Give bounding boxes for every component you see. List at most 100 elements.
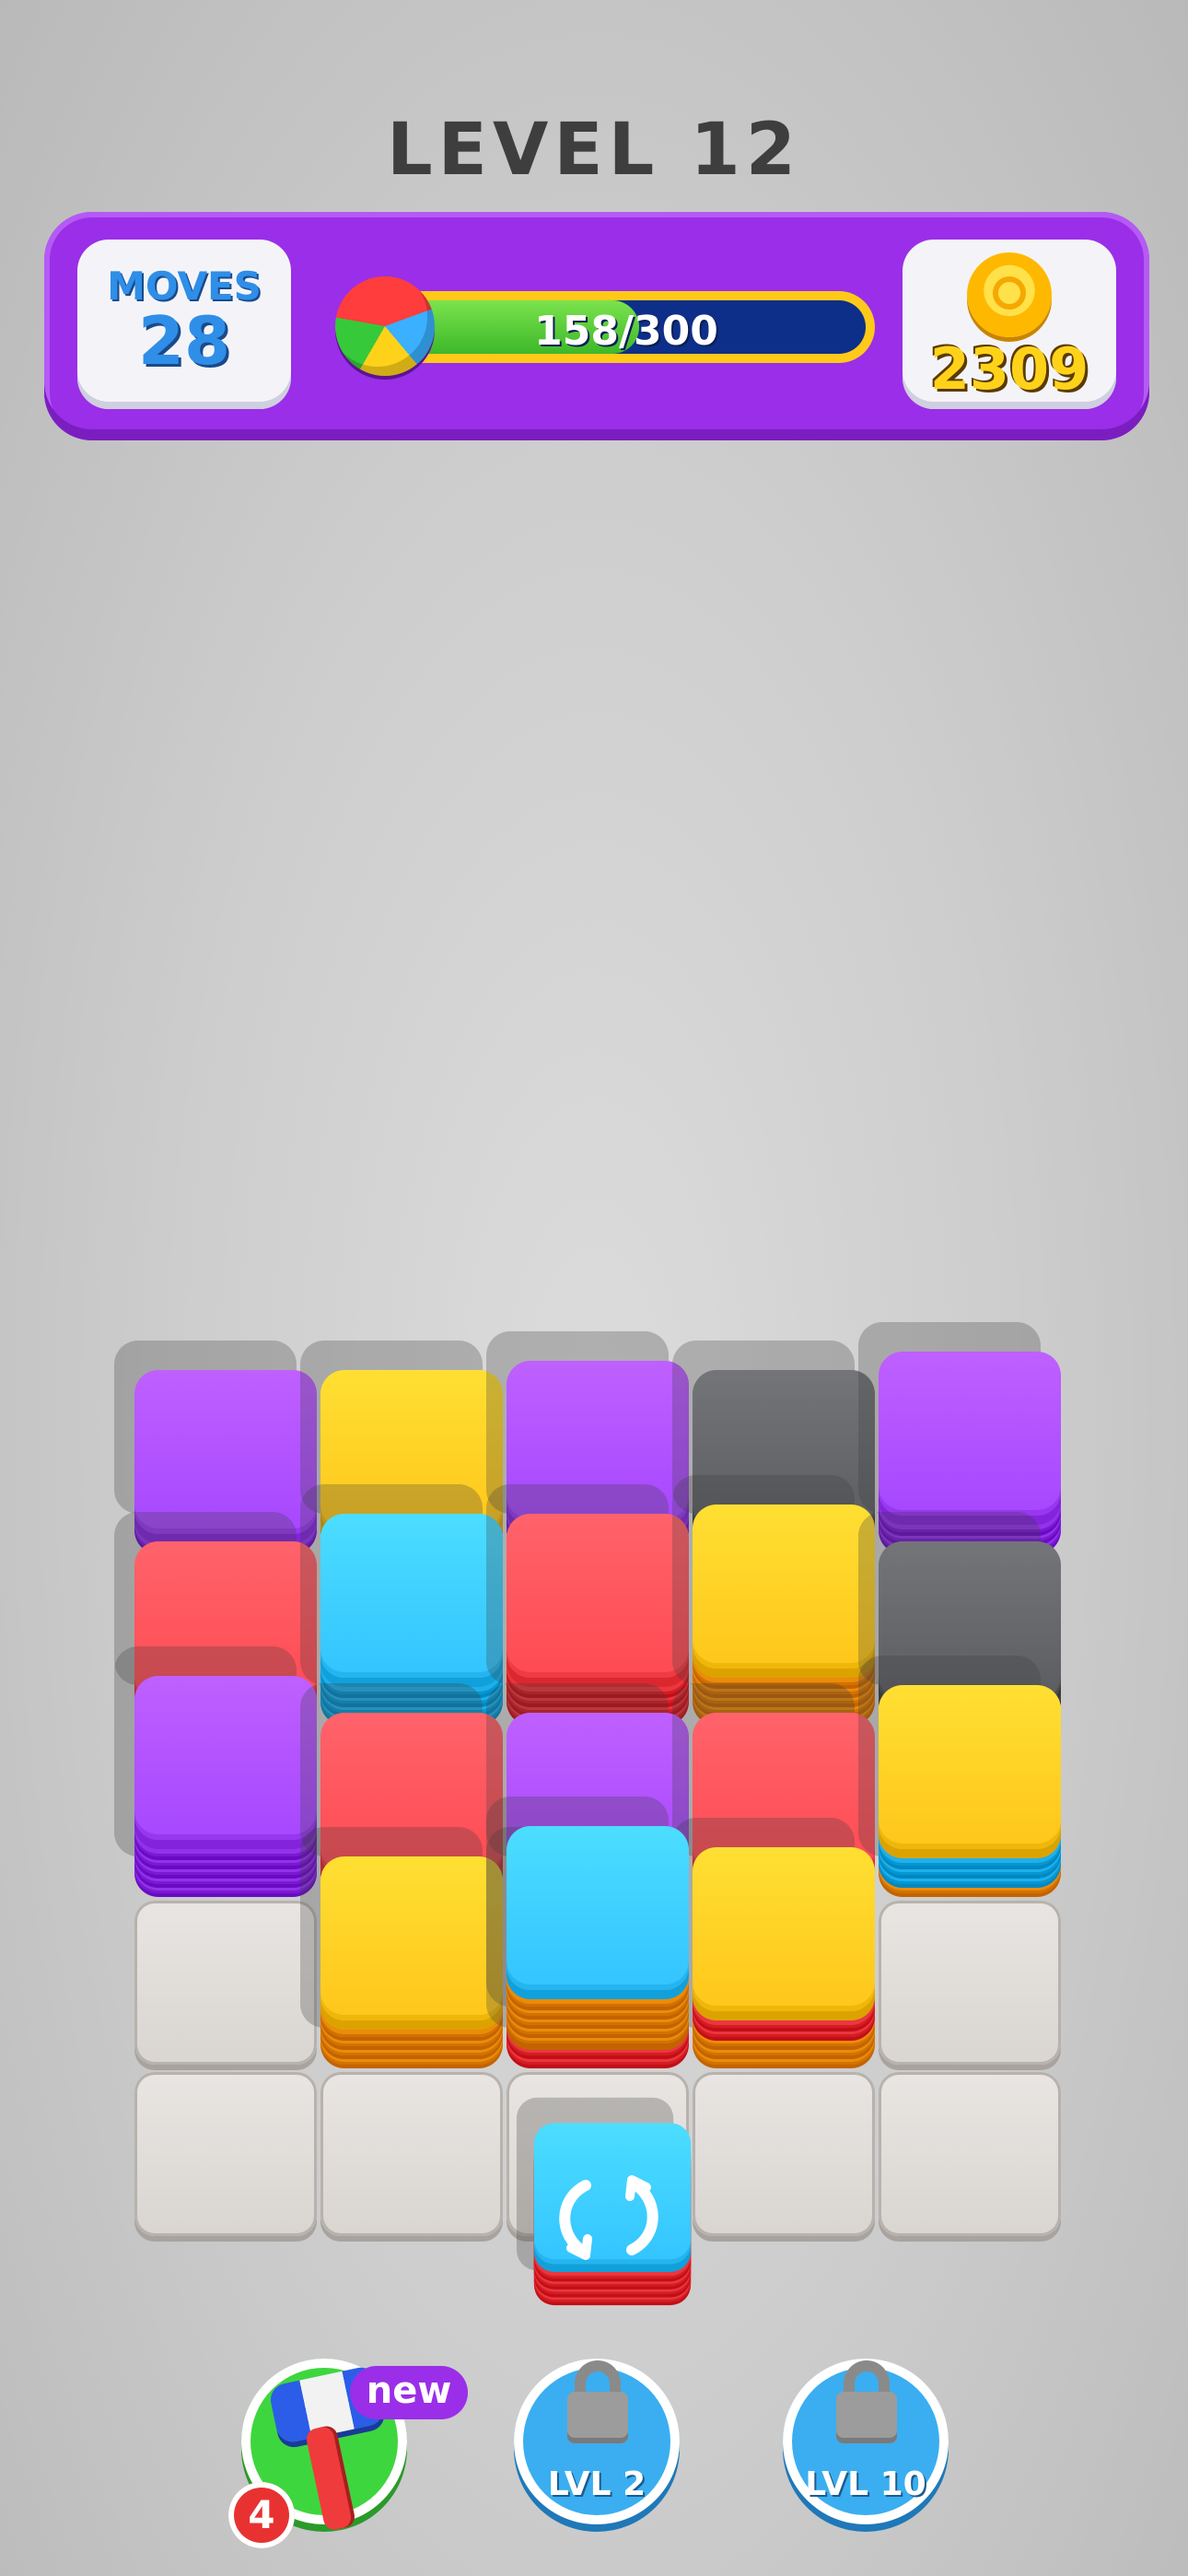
stack-layer-orange [693,1882,875,2046]
stack-layer-purple [134,1702,317,1866]
stack-layer-purple [134,1692,317,1856]
moves-value: 28 [137,302,231,380]
stack-layer-orange [320,1882,503,2046]
stack-shadow [672,1818,855,2028]
stack-top-blue [320,1514,503,1678]
stack-layer-purple [134,1720,317,1884]
beach-ball-icon [335,276,435,376]
stack-shadow [858,1656,1041,1856]
stack-shadow [300,1341,483,1514]
stack-shadow [114,1341,297,1514]
stack-shadow [672,1341,855,1514]
stack-layer-blue [320,1549,503,1713]
progress-text: 158/300 [534,308,718,354]
progress-bar: 158/300 [378,291,875,363]
moves-counter: MOVES 28 [77,240,291,409]
stack-layer-orange [320,1901,503,2065]
stack-layer-red [507,1558,689,1722]
stack-layer-red [693,1873,875,2037]
stack-layer-purple [879,1387,1061,1551]
stack-layer-red [693,1729,875,1893]
new-badge: new [350,2366,468,2419]
stack-layer-gray [693,1387,875,1551]
stack-layer-blue [879,1720,1061,1884]
stack-shadow [858,1322,1041,1514]
stack-layer-purple [134,1729,317,1893]
stack-layer-orange [693,1901,875,2065]
stack-layer-orange [693,1891,875,2055]
stack-shadow [486,1331,669,1514]
stack-top-yellow [879,1685,1061,1849]
stack-top-purple [134,1370,317,1534]
stack-layer-purple [879,1368,1061,1532]
locked-booster-label-2: LVL 10 [805,2465,926,2503]
lock-icon [567,2392,628,2443]
stack-shadow [114,1646,297,1856]
booster-bar: new 4 LVL 2 LVL 10 [0,2340,1188,2576]
stack-shadow [858,1512,1041,1685]
lock-icon [836,2392,897,2443]
stack-top-gray [879,1541,1061,1705]
stack-top-purple [879,1352,1061,1516]
swap-arrows-icon [549,2167,669,2268]
stack-layer-red [693,1864,875,2028]
stack-layer-orange [693,1558,875,1722]
stack-layer-blue [320,1558,503,1722]
coin-value: 2309 [929,335,1089,403]
empty-board-cell[interactable] [320,2072,503,2236]
locked-booster-label-1: LVL 2 [547,2465,646,2503]
stack-shadow [114,1512,297,1685]
stack-layer-orange [320,1891,503,2055]
stack-shadow [300,1827,483,2028]
stack-top-red [693,1713,875,1877]
stack-shadow [486,1484,669,1685]
stack-layer-orange [693,1540,875,1704]
empty-board-cell[interactable] [879,1901,1061,2065]
stack-layer-blue [320,1530,503,1694]
stack-shadow [300,1683,483,1856]
locked-booster-button-2[interactable]: LVL 10 [783,2359,949,2524]
coin-counter[interactable]: 2309 [903,240,1116,409]
stack-top-yellow [693,1505,875,1669]
stack-top-yellow [320,1370,503,1534]
stack-top-red [320,1713,503,1877]
stack-layer-purple [879,1377,1061,1541]
stack-layer-gray [879,1558,1061,1722]
stack-layer-purple [507,1387,689,1551]
stack-shadow [672,1475,855,1685]
stack-top-blue [507,1826,689,1990]
locked-booster-button-1[interactable]: LVL 2 [514,2359,680,2524]
stack-top-red [507,1514,689,1678]
stack-top-purple [507,1361,689,1525]
stack-top-gray [693,1370,875,1534]
top-status-bar: MOVES 28 158/300 2309 [44,212,1149,440]
stack-layer-orange [693,1549,875,1713]
stack-layer-yellow [320,1387,503,1551]
stack-layer-purple [507,1377,689,1541]
stack-layer-orange [693,1530,875,1694]
empty-board-cell[interactable] [134,1901,317,2065]
stack-layer-red [507,1530,689,1694]
stack-layer-red [320,1729,503,1893]
stack-top-red [134,1541,317,1705]
empty-board-cell[interactable] [134,2072,317,2236]
empty-board-cell[interactable] [879,2072,1061,2236]
stack-layer-blue [320,1540,503,1704]
stack-layer-purple [134,1387,317,1551]
stack-layer-orange [693,1521,875,1685]
stack-layer-blue [879,1702,1061,1866]
stack-layer-purple [134,1711,317,1875]
stack-top-yellow [693,1847,875,2011]
stack-layer-red [134,1558,317,1722]
stack-layer-orange [879,1729,1061,1893]
stack-shadow [672,1683,855,1856]
empty-board-cell[interactable] [693,2072,875,2236]
stack-layer-red [507,1549,689,1713]
stack-shadow [300,1484,483,1685]
hammer-count-badge: 4 [228,2482,295,2548]
stack-top-purple [134,1676,317,1840]
stack-layer-blue [879,1711,1061,1875]
stack-top-yellow [320,1856,503,2020]
coin-icon [967,252,1052,337]
stack-layer-red [507,1540,689,1704]
